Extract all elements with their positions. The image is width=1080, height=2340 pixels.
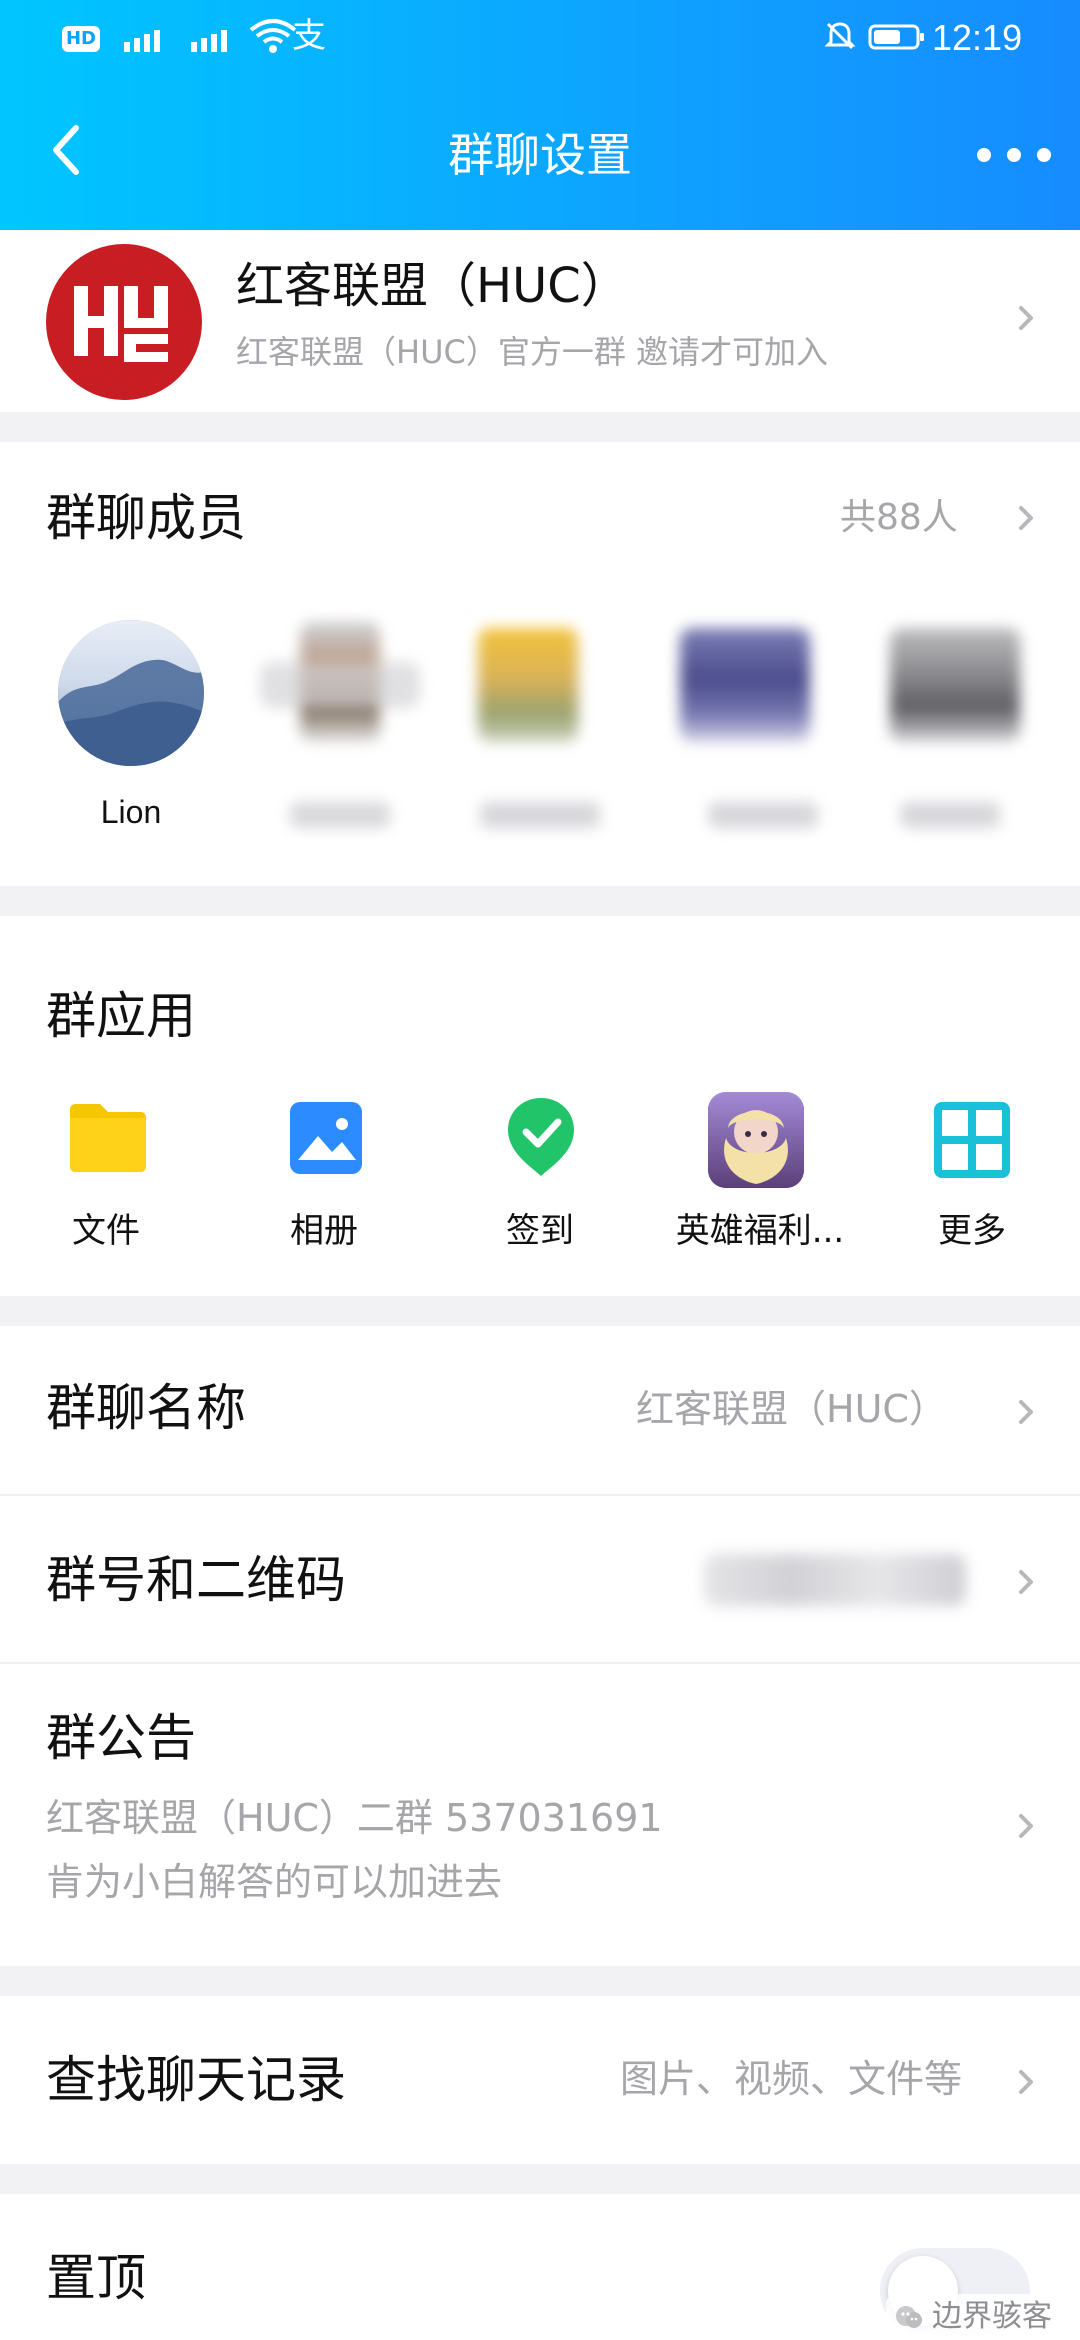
folder-icon — [64, 1092, 152, 1180]
hero-welfare-icon — [708, 1092, 804, 1188]
wifi-icon — [248, 18, 298, 56]
group-avatar — [46, 244, 202, 400]
battery-icon — [868, 22, 926, 52]
hd-icon: HD — [62, 26, 100, 52]
qr-value-redacted — [704, 1554, 966, 1606]
search-history-row[interactable]: 查找聊天记录 图片、视频、文件等 — [0, 1996, 1080, 2164]
group-description: 红客联盟（HUC）官方一群 邀请才可加入 — [236, 333, 829, 371]
member-name — [900, 802, 1000, 828]
setting-value: 图片、视频、文件等 — [620, 2057, 963, 2101]
blurred-avatar — [890, 628, 1020, 742]
status-bar: HD 支 12:19 — [0, 0, 1080, 80]
section-gap — [0, 1966, 1080, 1996]
member-name — [290, 802, 390, 828]
watermark: 边界骇客 — [886, 2294, 1076, 2340]
setting-label: 查找聊天记录 — [46, 2051, 346, 2109]
mute-bell-icon — [822, 18, 858, 54]
members-card: 群聊成员 共88人 Lion — [0, 442, 1080, 886]
member-avatar[interactable] — [260, 622, 420, 762]
checkin-icon — [496, 1092, 586, 1182]
setting-notice-row[interactable]: 群公告 红客联盟（HUC）二群 537031691 肯为小白解答的可以加进去 — [0, 1664, 1080, 1966]
app-more[interactable]: 更多 — [902, 1092, 1042, 1292]
blurred-avatar — [680, 628, 810, 742]
setting-label: 置顶 — [46, 2249, 146, 2307]
group-apps-card: 群应用 文件 相册 签到 英雄福利... 更多 — [0, 916, 1080, 1296]
setting-value: 红客联盟（HUC） — [636, 1387, 947, 1431]
section-gap — [0, 886, 1080, 916]
member-avatar[interactable] — [860, 622, 1050, 762]
member-avatar[interactable] — [448, 622, 608, 762]
chevron-right-icon — [1012, 2068, 1040, 2096]
section-gap — [0, 412, 1080, 442]
more-button[interactable] — [970, 120, 1060, 190]
more-apps-icon — [924, 1092, 1020, 1188]
app-checkin[interactable]: 签到 — [470, 1092, 610, 1292]
time: 12:19 — [932, 17, 1023, 58]
wechat-icon — [892, 2300, 926, 2334]
chevron-right-icon — [1012, 1812, 1040, 1840]
member-name: Lion — [100, 794, 162, 830]
alipay-icon: 支 — [292, 16, 326, 56]
member-name — [480, 802, 600, 828]
members-title: 群聊成员 — [46, 489, 246, 547]
setting-qr-row[interactable]: 群号和二维码 — [0, 1496, 1080, 1662]
group-name: 红客联盟（HUC） — [236, 258, 629, 314]
app-label: 签到 — [506, 1211, 574, 1251]
chevron-right-icon — [1012, 1398, 1040, 1426]
group-info-card[interactable]: 红客联盟（HUC） 红客联盟（HUC）官方一群 邀请才可加入 — [0, 230, 1080, 412]
member-name — [708, 802, 818, 828]
chevron-right-icon[interactable] — [1012, 504, 1040, 532]
group-settings-card: 群聊名称 红客联盟（HUC） 群号和二维码 群公告 红客联盟（HUC）二群 53… — [0, 1326, 1080, 1966]
app-files[interactable]: 文件 — [36, 1092, 176, 1292]
setting-group-name-row[interactable]: 群聊名称 红客联盟（HUC） — [0, 1326, 1080, 1494]
apps-title: 群应用 — [46, 987, 196, 1045]
signal-icon — [118, 22, 178, 56]
blurred-avatar — [260, 662, 420, 708]
setting-label: 群号和二维码 — [46, 1551, 346, 1609]
pin-row: 置顶 边界骇客 — [0, 2194, 1080, 2340]
app-album[interactable]: 相册 — [254, 1092, 394, 1292]
app-label: 文件 — [72, 1211, 140, 1251]
chevron-right-icon — [1012, 1568, 1040, 1596]
page-title: 群聊设置 — [448, 129, 632, 181]
notice-line-2: 肯为小白解答的可以加进去 — [46, 1860, 503, 1904]
member-avatar[interactable] — [650, 622, 840, 762]
app-hero-welfare[interactable]: 英雄福利... — [660, 1092, 860, 1292]
blurred-avatar — [478, 628, 578, 742]
members-count[interactable]: 共88人 — [840, 496, 958, 540]
section-gap — [0, 2164, 1080, 2194]
signal-icon — [185, 22, 245, 56]
setting-label: 群公告 — [46, 1709, 196, 1767]
notice-line-1: 红客联盟（HUC）二群 537031691 — [46, 1796, 663, 1840]
member-avatar[interactable] — [58, 620, 204, 766]
chevron-right-icon — [1012, 304, 1040, 332]
album-icon — [280, 1092, 370, 1182]
watermark-text: 边界骇客 — [932, 2300, 1052, 2333]
app-label: 英雄福利... — [675, 1211, 845, 1251]
app-label: 更多 — [938, 1211, 1006, 1251]
title-bar: 群聊设置 — [0, 80, 1080, 230]
setting-label: 群聊名称 — [46, 1379, 246, 1437]
section-gap — [0, 1296, 1080, 1326]
app-label: 相册 — [290, 1211, 358, 1251]
